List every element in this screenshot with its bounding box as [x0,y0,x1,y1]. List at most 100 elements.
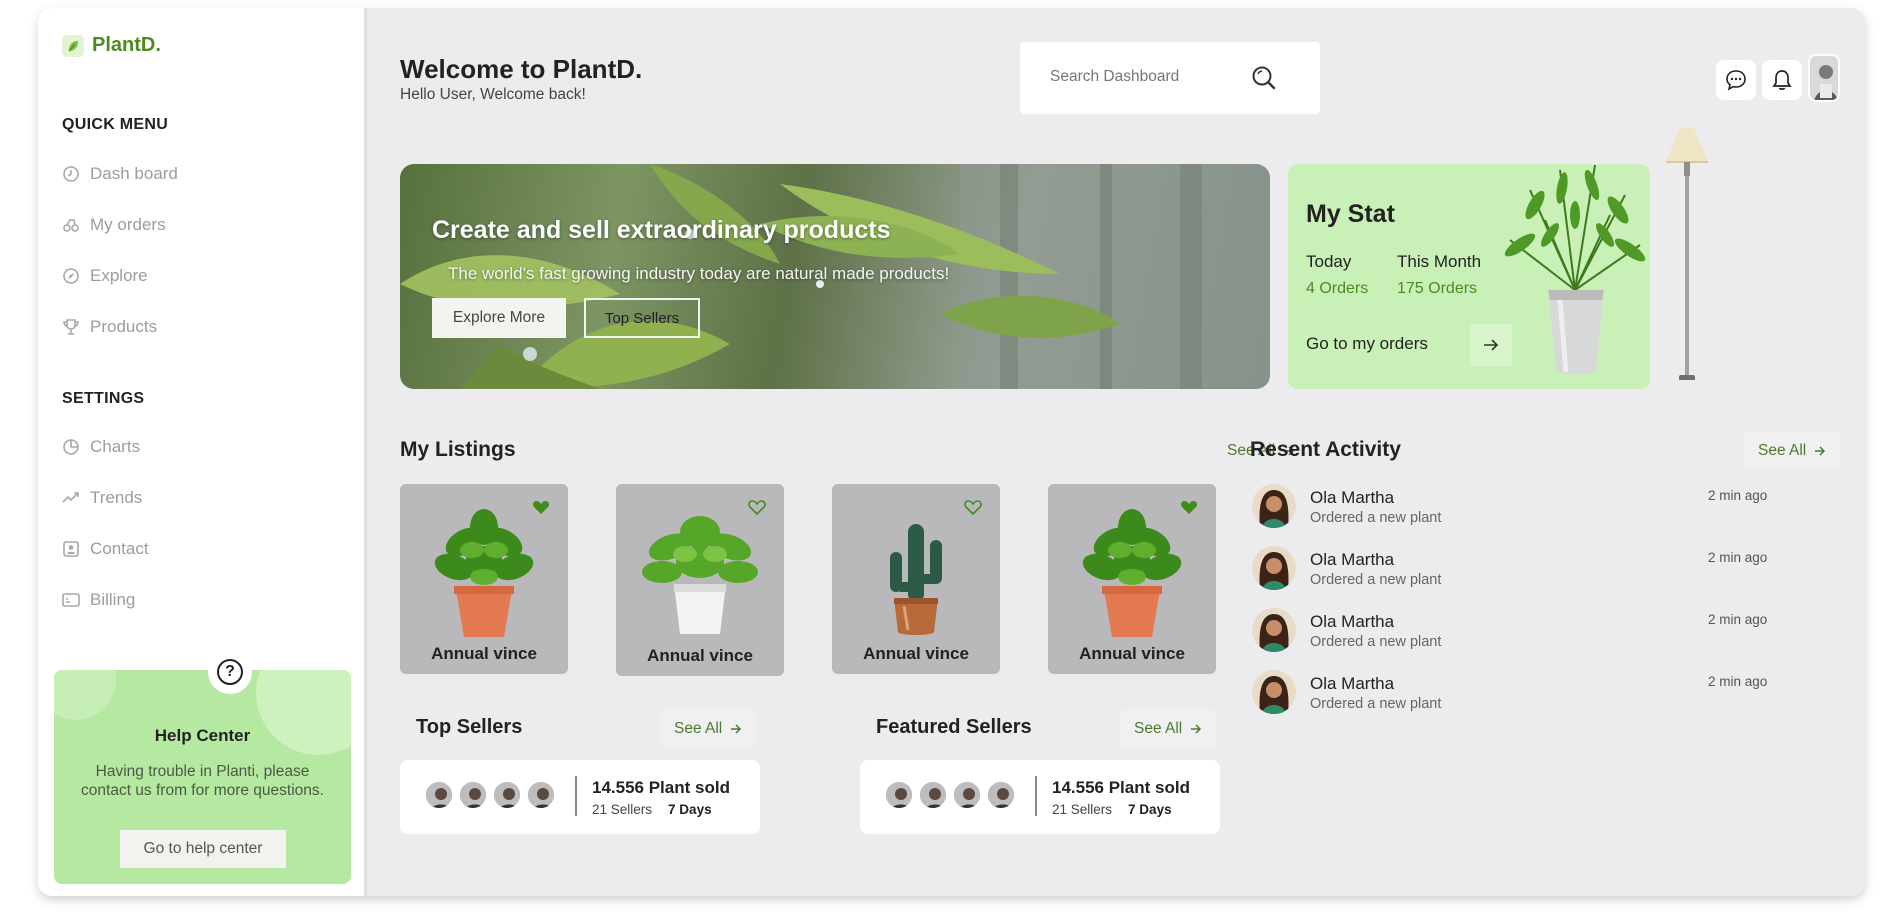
sidebar-item-trends[interactable]: Trends [62,488,142,508]
sellers-count: 21 Sellers [1052,802,1113,817]
see-all-label: See All [674,720,723,737]
avatar [424,780,454,810]
featured-sellers-see-all-button[interactable]: See All [1120,710,1217,748]
sidebar-item-label: Explore [90,266,148,285]
decor-circle [54,670,116,720]
sidebar-item-label: Contact [90,539,149,558]
activity-name: Ola Martha [1310,674,1395,693]
settings-title: SETTINGS [62,390,145,407]
compass-icon [63,268,79,284]
activity-item[interactable]: Ola Martha Ordered a new plant 2 min ago [1250,546,1810,596]
sidebar-item-label: Charts [90,437,141,456]
top-sellers-title: Top Sellers [416,716,523,738]
notifications-button[interactable] [1762,60,1802,100]
explore-more-button[interactable]: Explore More [432,298,566,338]
top-sellers-button[interactable]: Top Sellers [584,298,700,338]
go-to-orders-link[interactable]: Go to my orders [1306,334,1428,354]
activity-time: 2 min ago [1708,488,1768,503]
page-subtitle: Hello User, Welcome back! [400,86,586,103]
featured-sellers-title: Featured Sellers [876,716,1032,738]
search-box [1020,42,1320,114]
listing-name: Annual vince [1079,644,1185,663]
sidebar-item-label: Products [90,317,158,336]
help-text: Having trouble in Planti, please contact… [81,763,324,799]
search-icon[interactable] [1250,64,1278,92]
brand-logo[interactable]: PlantD. [62,34,161,57]
arrow-right-icon [1191,724,1202,734]
avatar [1252,608,1296,652]
sidebar-item-explore[interactable]: Explore [62,266,148,286]
chat-icon [1726,70,1746,91]
avatar [492,780,522,810]
help-center-card: Help Center Having trouble in Planti, pl… [54,670,351,884]
period: 7 Days [1128,802,1172,817]
listing-card[interactable]: Annual vince [616,484,784,676]
sidebar-item-label: Dash board [90,164,178,183]
featured-sellers-card[interactable]: 14.556 Plant sold 21 Sellers 7 Days [860,760,1220,834]
listing-card[interactable]: Annual vince [400,484,568,674]
activity-item[interactable]: Ola Martha Ordered a new plant 2 min ago [1250,484,1810,534]
contact-icon [63,541,79,557]
leaf-icon [62,34,84,57]
avatar [986,780,1016,810]
listing-name: Annual vince [647,646,753,665]
sidebar-item-products[interactable]: Products [62,317,157,337]
trend-icon [62,492,79,503]
seller-meta: 21 Sellers 7 Days [592,802,712,817]
activity-time: 2 min ago [1708,612,1768,627]
avatar [458,780,488,810]
sidebar-item-label: My orders [90,215,166,234]
avatar [884,780,914,810]
listing-name: Annual vince [863,644,969,663]
seller-meta: 21 Sellers 7 Days [1052,802,1172,817]
hero-subtitle: The world's fast growing industry today … [448,264,950,283]
search-input[interactable] [1050,66,1250,88]
plants-sold: 14.556 Plant sold [1052,778,1190,797]
sidebar: PlantD. QUICK MENU Dash board My orders … [38,8,367,896]
divider [575,776,577,816]
avatar [952,780,982,810]
hero-banner: Create and sell extraordinary products T… [400,164,1270,389]
palm-plant-illustration [1504,164,1646,375]
sellers-count: 21 Sellers [592,802,653,817]
quick-menu-title: QUICK MENU [62,116,169,133]
billing-icon [62,593,80,607]
top-sellers-card[interactable]: 14.556 Plant sold 21 Sellers 7 Days [400,760,760,834]
top-sellers-see-all-button[interactable]: See All [660,710,757,748]
avatar [1252,670,1296,714]
sidebar-item-contact[interactable]: Contact [62,539,149,559]
go-to-help-center-button[interactable]: Go to help center [120,830,286,868]
stat-month-label: This Month [1397,252,1482,271]
chat-button[interactable] [1716,60,1756,100]
activity-item[interactable]: Ola Martha Ordered a new plant 2 min ago [1250,608,1810,658]
my-stat-card: My Stat Today This Month 4 Orders 175 Or… [1288,164,1650,389]
activity-name: Ola Martha [1310,612,1395,631]
divider [1035,776,1037,816]
activity-item[interactable]: Ola Martha Ordered a new plant 2 min ago [1250,670,1810,720]
activity-time: 2 min ago [1708,550,1768,565]
arrow-right-icon [731,724,742,734]
page-title: Welcome to PlantD. [400,54,643,84]
activity-time: 2 min ago [1708,674,1768,689]
sidebar-item-charts[interactable]: Charts [62,437,140,457]
question-icon: ? [208,650,252,694]
sidebar-item-my-orders[interactable]: My orders [62,215,166,235]
see-all-label: See All [1134,720,1183,737]
user-avatar[interactable] [1808,54,1840,102]
sidebar-item-billing[interactable]: Billing [62,590,135,610]
activity-see-all-button[interactable]: See All [1744,432,1841,470]
sidebar-item-dashboard[interactable]: Dash board [62,164,178,184]
orders-icon [63,219,79,232]
avatar [918,780,948,810]
activity-desc: Ordered a new plant [1310,510,1442,526]
leafy-plant-white-pot-illustration [642,516,758,634]
activity-name: Ola Martha [1310,488,1395,507]
listing-card[interactable]: Annual vince [832,484,1000,674]
trophy-icon [63,319,79,335]
avatar [526,780,556,810]
cactus-illustration [890,524,942,635]
avatar [1252,484,1296,528]
sidebar-item-label: Billing [90,590,136,609]
listing-card[interactable]: Annual vince [1048,484,1216,674]
activity-desc: Ordered a new plant [1310,572,1442,588]
